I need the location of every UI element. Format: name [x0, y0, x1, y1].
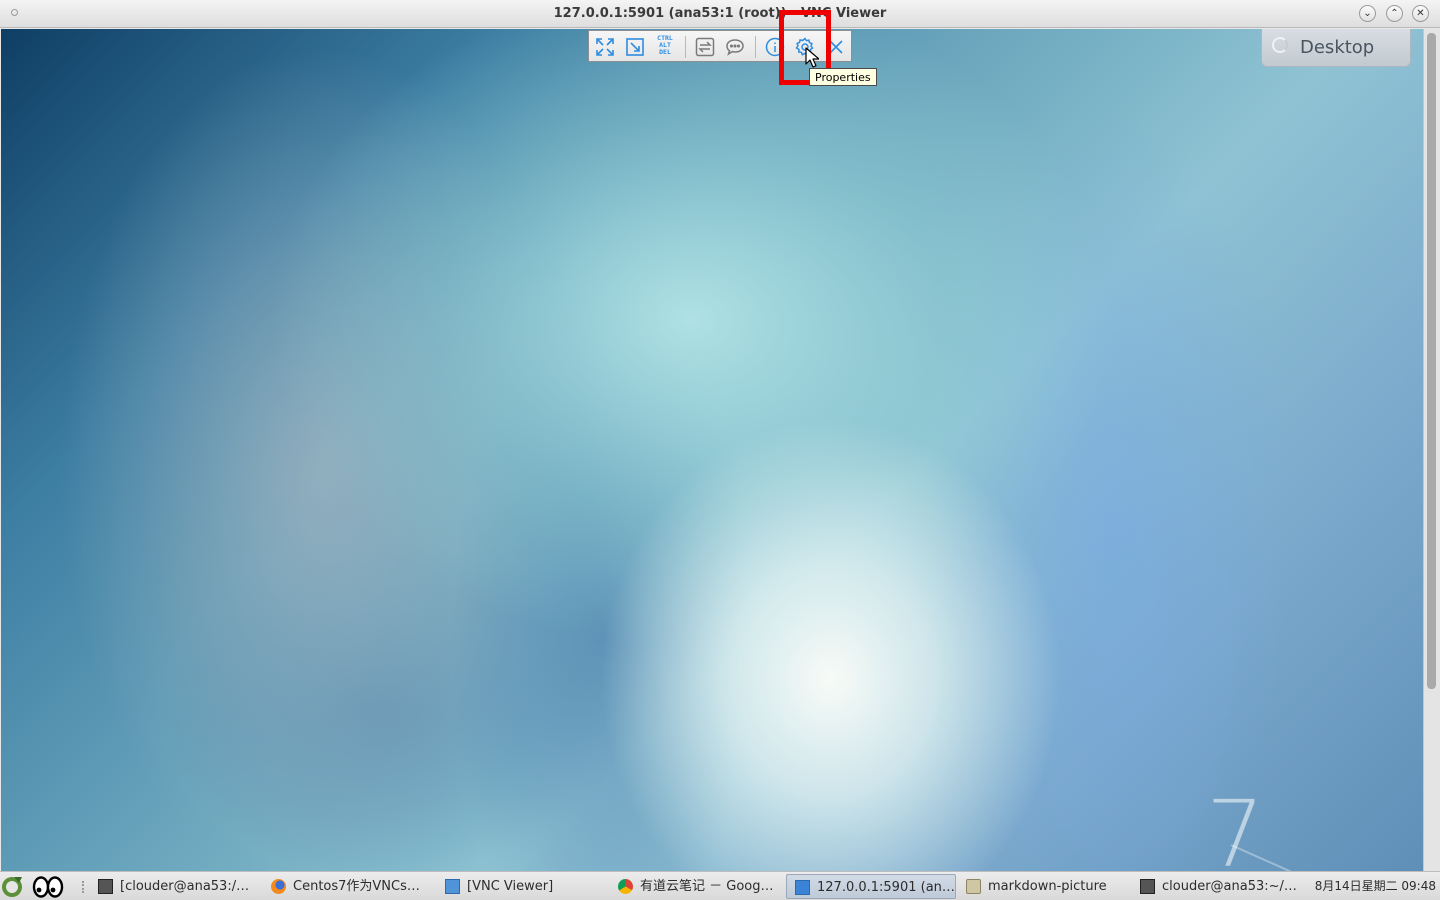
terminal-icon — [98, 879, 113, 894]
taskbar-item-label: Centos7作为VNCs… — [293, 879, 420, 894]
taskbar-item-vnc-session[interactable]: 127.0.0.1:5901 (an… — [786, 874, 956, 899]
taskbar-item-firefox[interactable]: Centos7作为VNCs… — [263, 874, 435, 899]
taskbar-item-label: 有道云笔记 － Goog… — [640, 879, 774, 894]
chrome-icon — [618, 879, 633, 894]
minimize-button[interactable]: ⌄ — [1359, 5, 1376, 22]
taskbar-item-label: [clouder@ana53:/… — [120, 879, 250, 894]
taskbar-item-label: clouder@ana53:~/… — [1162, 879, 1297, 894]
taskbar-item-terminal-1[interactable]: [clouder@ana53:/… — [90, 874, 260, 899]
desktop-switcher[interactable]: Desktop — [1261, 29, 1411, 67]
taskbar-handle — [82, 881, 87, 893]
scrollbar-thumb[interactable] — [1427, 33, 1436, 689]
ctrl-alt-del-line: DEL — [659, 48, 671, 56]
taskbar-item-chrome[interactable]: 有道云笔记 － Goog… — [610, 874, 783, 899]
chat-bubble-icon — [726, 39, 744, 56]
properties-tooltip: Properties — [809, 68, 877, 86]
maximize-button[interactable]: ⌃ — [1386, 5, 1403, 22]
taskbar: [clouder@ana53:/… Centos7作为VNCs… [VNC Vi… — [0, 871, 1440, 900]
expand-arrows-icon — [596, 38, 614, 56]
folder-icon — [966, 879, 981, 894]
taskbar-item-terminal-2[interactable]: clouder@ana53:~/… — [1132, 874, 1304, 899]
taskbar-item-label: [VNC Viewer] — [467, 879, 554, 894]
firefox-icon — [271, 879, 286, 894]
vnc-icon — [795, 880, 810, 895]
mouse-cursor-icon — [805, 47, 819, 68]
window-title: 127.0.0.1:5901 (ana53:1 (root)) - VNC Vi… — [553, 6, 887, 21]
ctrl-alt-del-button[interactable]: CTRL ALT DEL — [653, 35, 677, 56]
scaling-button[interactable] — [624, 36, 646, 58]
vertical-scrollbar[interactable] — [1423, 29, 1440, 871]
toolbar-separator — [685, 36, 686, 58]
toolbar-separator — [755, 36, 756, 58]
start-menu-icon[interactable] — [0, 875, 26, 898]
taskbar-clock[interactable]: 8月14日星期二 09:48 — [1315, 872, 1436, 900]
wallpaper-watermark: 7 — [1206, 781, 1265, 872]
desktop-switcher-label: Desktop — [1300, 37, 1375, 58]
scale-to-window-icon — [626, 38, 644, 56]
vnc-icon — [445, 879, 460, 894]
window-titlebar[interactable]: 127.0.0.1:5901 (ana53:1 (root)) - VNC Vi… — [0, 0, 1440, 28]
terminal-icon — [1140, 879, 1155, 894]
taskbar-item-vnc-viewer[interactable]: [VNC Viewer] — [437, 874, 609, 899]
file-transfer-button[interactable] — [694, 36, 716, 58]
fullscreen-button[interactable] — [594, 36, 616, 58]
transfer-arrows-icon — [695, 37, 715, 57]
taskbar-item-label: markdown-picture — [988, 879, 1107, 894]
remote-desktop-view[interactable]: 7 — [1, 29, 1423, 871]
taskbar-item-folder[interactable]: markdown-picture — [958, 874, 1130, 899]
taskbar-item-label: 127.0.0.1:5901 (an… — [817, 880, 955, 895]
close-button[interactable]: ✕ — [1412, 5, 1429, 22]
xeyes-icon[interactable] — [32, 876, 64, 898]
chat-button[interactable] — [724, 36, 746, 58]
desktop-spinner-icon — [1272, 37, 1288, 53]
